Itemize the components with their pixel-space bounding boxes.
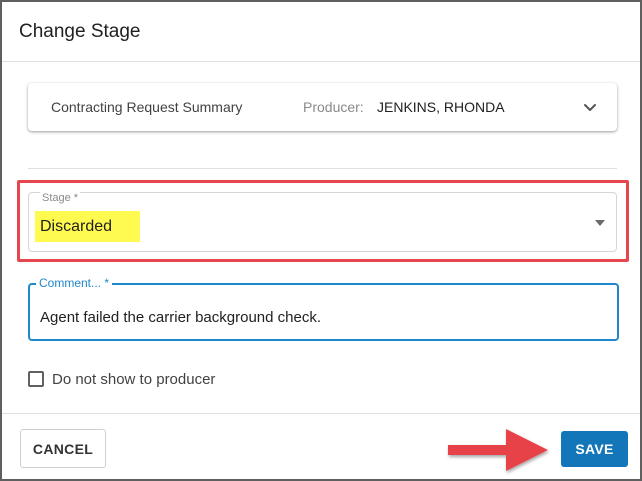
cancel-button[interactable]: CANCEL	[20, 429, 106, 468]
section-divider	[28, 168, 617, 169]
producer-value: JENKINS, RHONDA	[377, 99, 505, 115]
header-divider	[2, 61, 640, 62]
stage-label: Stage *	[40, 192, 81, 204]
footer-divider	[2, 413, 640, 414]
do-not-show-label[interactable]: Do not show to producer	[52, 371, 215, 388]
comment-field[interactable]: Comment... *	[28, 276, 619, 341]
contracting-request-summary-panel[interactable]: Contracting Request Summary Producer: JE…	[28, 83, 617, 131]
dialog-title: Change Stage	[19, 21, 141, 42]
comment-input[interactable]	[40, 307, 600, 327]
producer-label: Producer:	[303, 99, 364, 115]
do-not-show-checkbox[interactable]	[28, 371, 44, 387]
chevron-down-icon[interactable]	[582, 99, 598, 115]
save-button[interactable]: SAVE	[561, 431, 628, 467]
annotation-arrow-icon	[448, 429, 548, 471]
stage-select[interactable]: Stage * Discarded	[28, 192, 617, 252]
change-stage-dialog: Change Stage Contracting Request Summary…	[0, 0, 642, 481]
comment-label: Comment... *	[36, 276, 113, 290]
summary-title: Contracting Request Summary	[51, 99, 243, 115]
stage-selected-value: Discarded	[40, 218, 113, 235]
caret-down-icon[interactable]	[594, 219, 606, 227]
